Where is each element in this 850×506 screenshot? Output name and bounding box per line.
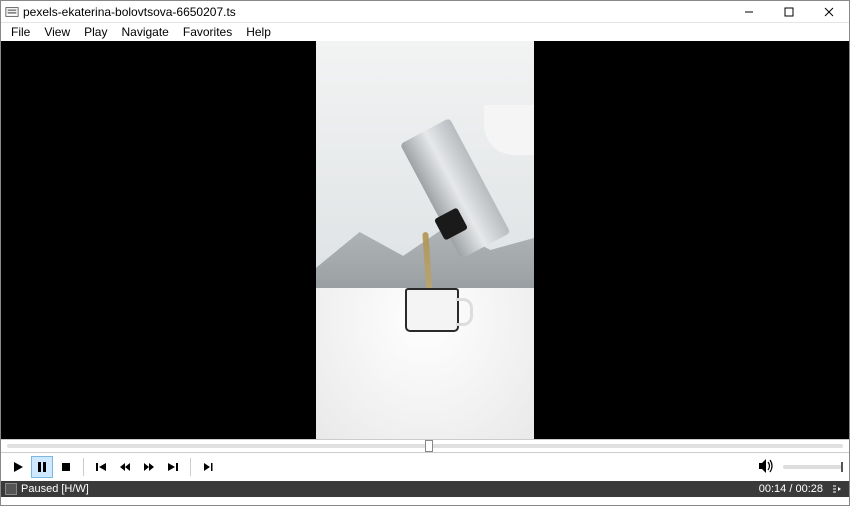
- seekbar[interactable]: [1, 439, 849, 453]
- menu-favorites[interactable]: Favorites: [177, 24, 238, 40]
- close-button[interactable]: [809, 1, 849, 23]
- volume-icon[interactable]: [757, 457, 775, 478]
- app-icon: [5, 5, 19, 19]
- menu-play[interactable]: Play: [78, 24, 113, 40]
- volume-slider[interactable]: [783, 465, 843, 469]
- status-icon: [5, 483, 17, 495]
- statusbar: Paused [H/W] 00:14 / 00:28: [1, 481, 849, 497]
- previous-button[interactable]: [90, 456, 112, 478]
- status-text: Paused [H/W]: [21, 483, 759, 495]
- menu-help[interactable]: Help: [240, 24, 277, 40]
- playback-controls: [1, 453, 849, 481]
- pause-button[interactable]: [31, 456, 53, 478]
- video-frame: [316, 41, 534, 439]
- menubar: File View Play Navigate Favorites Help: [1, 23, 849, 41]
- separator: [190, 458, 191, 476]
- window-controls: [729, 1, 849, 23]
- seek-thumb[interactable]: [425, 440, 433, 452]
- titlebar: pexels-ekaterina-bolovtsova-6650207.ts: [1, 1, 849, 23]
- status-toggle-icon[interactable]: [829, 483, 845, 495]
- rewind-button[interactable]: [114, 456, 136, 478]
- seek-track[interactable]: [7, 444, 843, 448]
- forward-button[interactable]: [138, 456, 160, 478]
- play-button[interactable]: [7, 456, 29, 478]
- step-button[interactable]: [197, 456, 219, 478]
- separator: [83, 458, 84, 476]
- video-area[interactable]: [1, 41, 849, 439]
- window-title: pexels-ekaterina-bolovtsova-6650207.ts: [23, 5, 729, 19]
- next-button[interactable]: [162, 456, 184, 478]
- menu-navigate[interactable]: Navigate: [115, 24, 174, 40]
- menu-file[interactable]: File: [5, 24, 36, 40]
- stop-button[interactable]: [55, 456, 77, 478]
- status-time: 00:14 / 00:28: [759, 483, 823, 495]
- minimize-button[interactable]: [729, 1, 769, 23]
- menu-view[interactable]: View: [38, 24, 76, 40]
- maximize-button[interactable]: [769, 1, 809, 23]
